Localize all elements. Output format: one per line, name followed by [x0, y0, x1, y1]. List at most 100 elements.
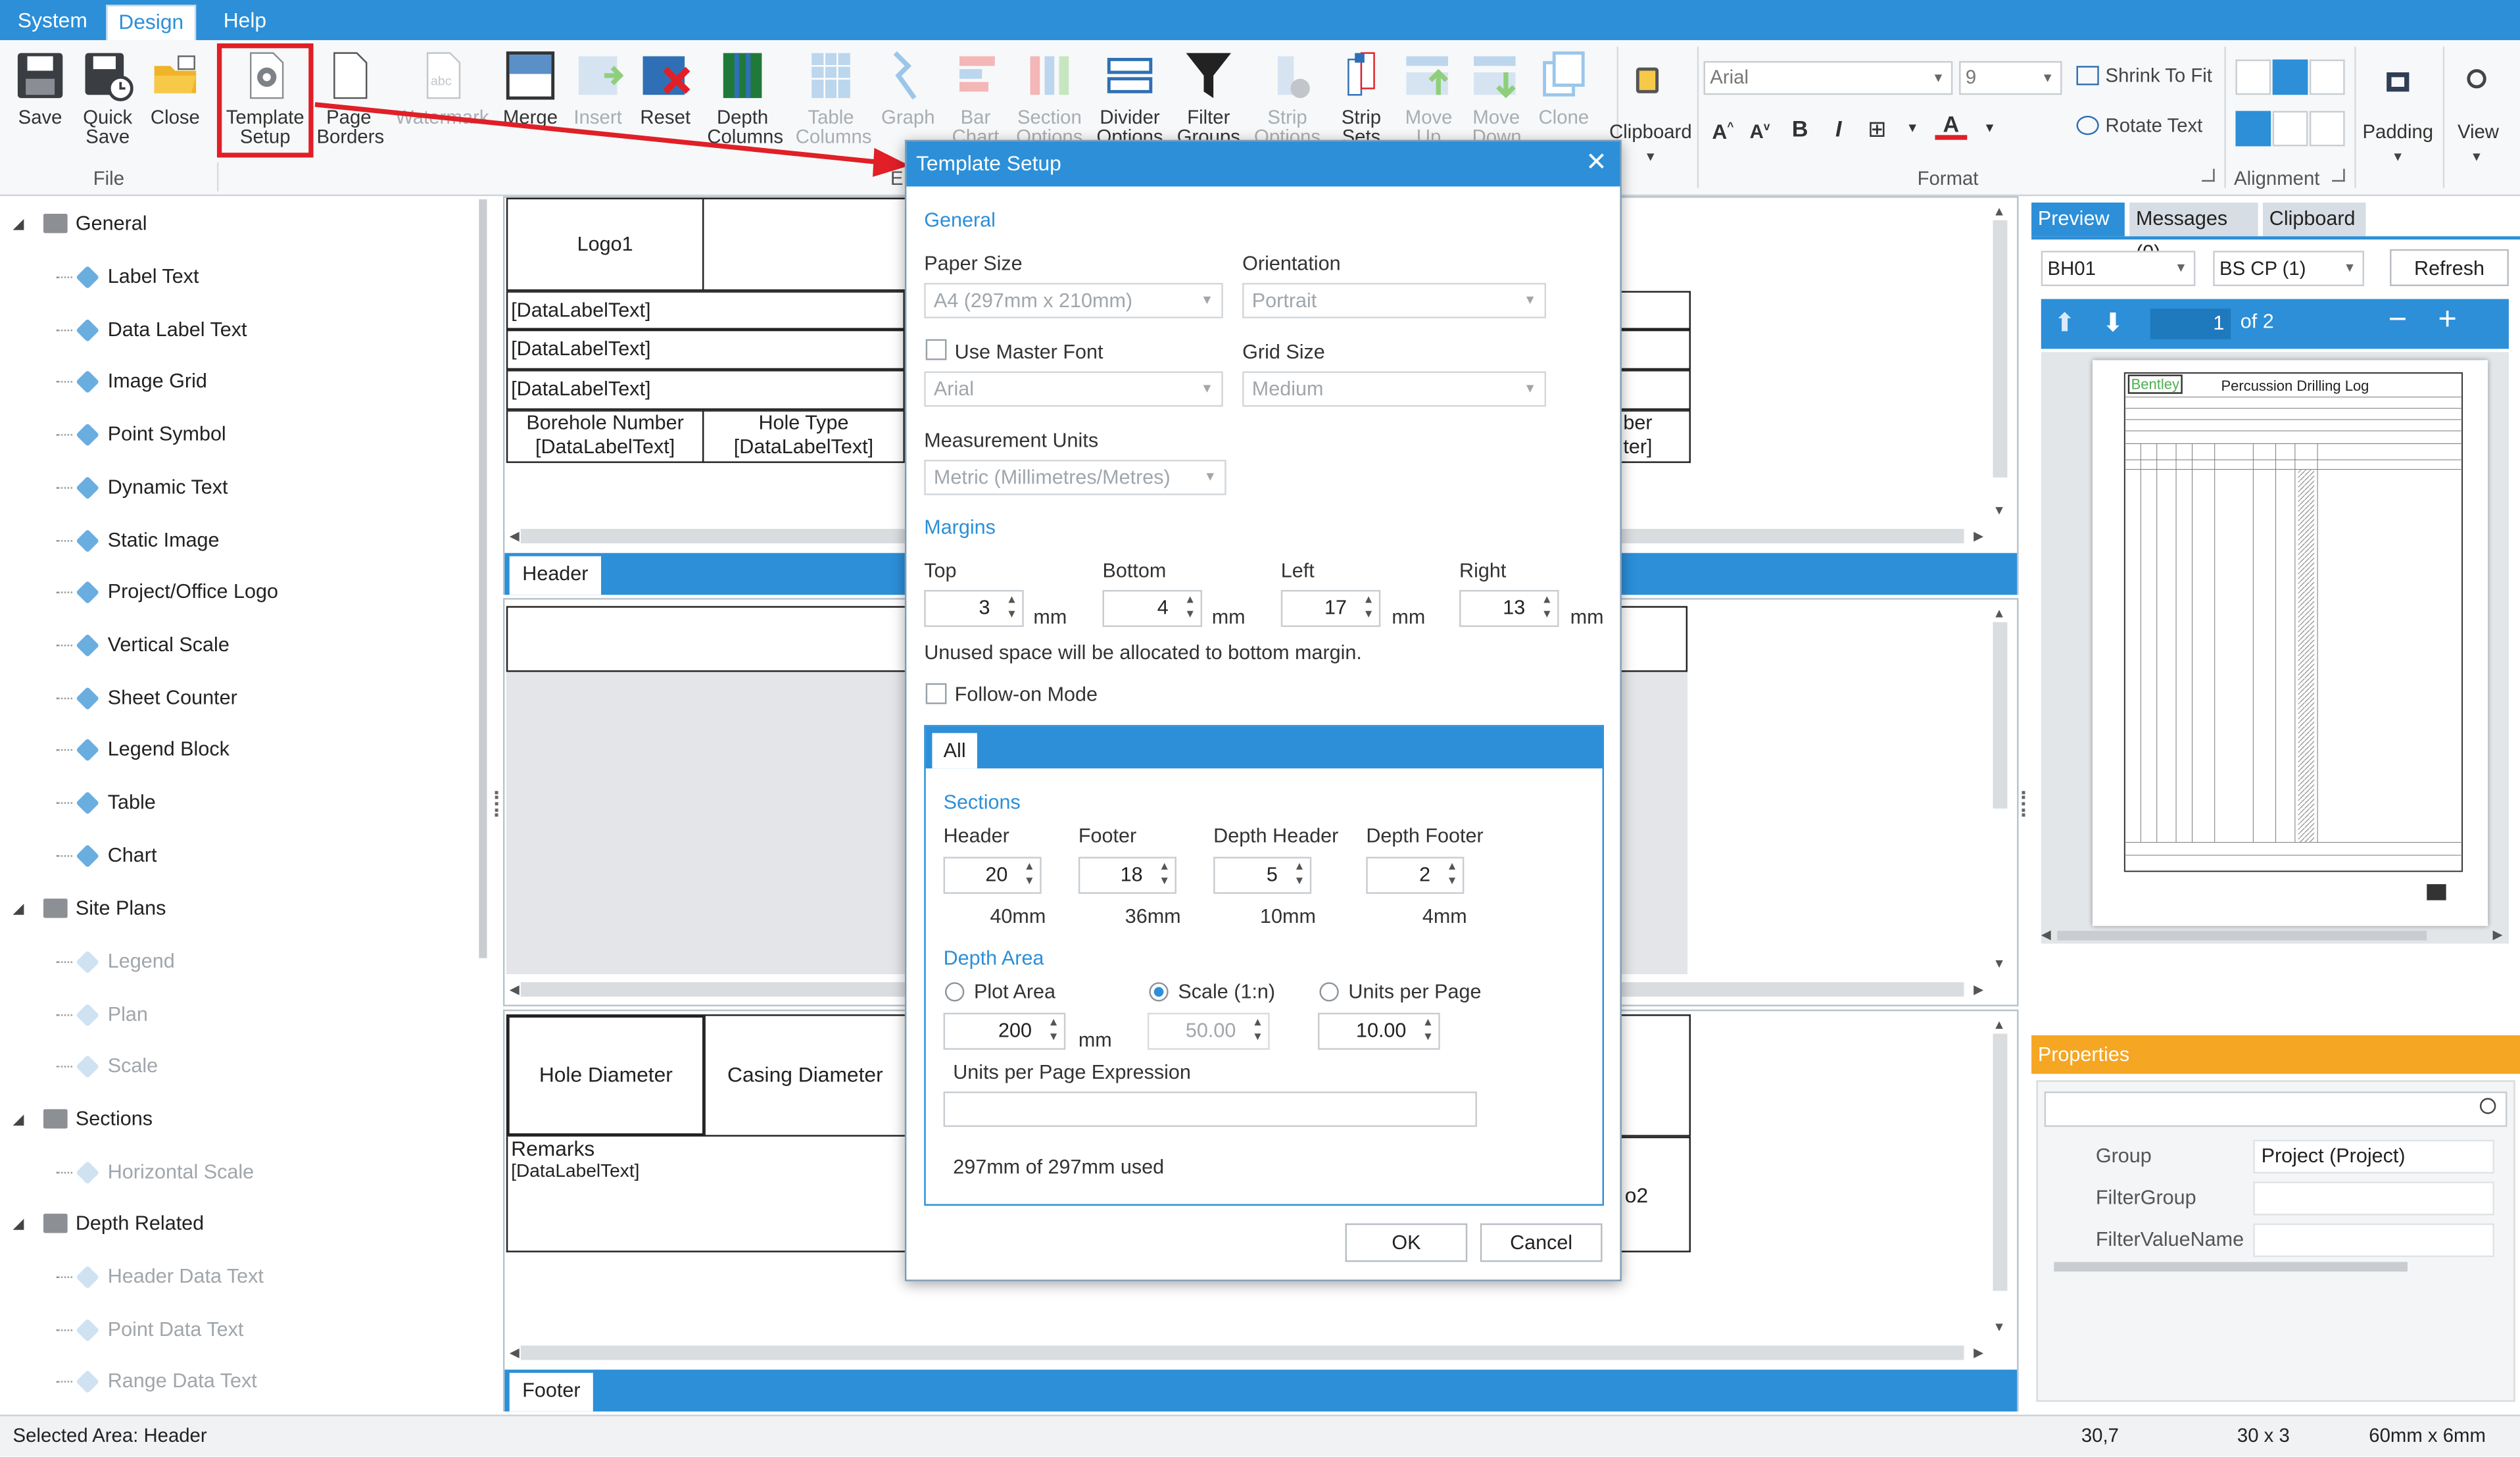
italic-button[interactable]: I [1822, 112, 1854, 145]
units-per-page-radio[interactable] [1319, 982, 1339, 1002]
header-right-cell-2[interactable] [1620, 329, 1691, 370]
move-down-button[interactable]: Move Down [1459, 50, 1533, 146]
hole-select[interactable]: BH01 ▼ [2041, 251, 2196, 287]
tree-item-general[interactable]: Chart [108, 839, 157, 871]
arrow-down-icon[interactable]: ⬇ [2102, 307, 2124, 339]
zoom-in-button[interactable]: + [2438, 302, 2457, 339]
tree-group-general[interactable]: General [76, 207, 147, 239]
menu-tab-system[interactable]: System [8, 5, 97, 40]
shrink-font-button[interactable]: Av [1744, 112, 1776, 145]
shrink-to-fit-button[interactable]: Shrink To Fit [2076, 64, 2212, 87]
merge-button[interactable]: Merge [493, 50, 567, 127]
divider-options-button[interactable]: Divider Options [1093, 50, 1167, 146]
header-right-cell-3[interactable] [1620, 370, 1691, 410]
collapse-arrow-icon[interactable]: ◢ [13, 1111, 24, 1129]
align-left-button[interactable] [2235, 111, 2271, 147]
tree-item-site-plans[interactable]: Plan [108, 998, 148, 1030]
scroll-down-icon[interactable]: ▼ [1993, 503, 2005, 518]
page-borders-button[interactable]: Page Borders [312, 50, 385, 146]
spinner-arrows-icon[interactable]: ▲ ▼ [1541, 593, 1553, 622]
header-data-cell-3[interactable]: [DataLabelText] [506, 370, 905, 410]
tree-item-general[interactable]: Sheet Counter [108, 681, 237, 713]
tab-preview[interactable]: Preview [2031, 202, 2125, 237]
spinner-arrows-icon[interactable]: ▲ ▼ [1447, 860, 1458, 889]
clone-button[interactable]: Clone [1527, 50, 1601, 127]
chevron-down-icon[interactable]: ▼ [1974, 112, 2006, 145]
tab-all[interactable]: All [932, 733, 977, 769]
spinner-arrows-icon[interactable]: ▲ ▼ [1006, 593, 1017, 622]
header-v-scrollbar[interactable] [1993, 220, 2008, 478]
hole-diameter-cell[interactable]: Hole Diameter [506, 1014, 706, 1137]
style-select[interactable]: BS CP (1) ▼ [2213, 251, 2364, 287]
margin-right-spinner[interactable]: 13 ▲ ▼ [1459, 589, 1559, 628]
scroll-left-icon[interactable]: ◀ [510, 1346, 520, 1360]
align-center-button[interactable] [2272, 111, 2308, 147]
tree-item-general[interactable]: Image Grid [108, 366, 207, 398]
tab-messages[interactable]: Messages (0) [2129, 202, 2258, 264]
zoom-out-button[interactable]: − [2388, 302, 2408, 339]
section-footer-spinner[interactable]: 18 ▲ ▼ [1078, 856, 1176, 894]
font-color-button[interactable]: A [1935, 109, 1968, 140]
spinner-arrows-icon[interactable]: ▲ ▼ [1159, 860, 1170, 889]
depth-header-spinner[interactable]: 5 ▲ ▼ [1213, 856, 1312, 894]
strip-options-button[interactable]: Strip Options [1250, 50, 1324, 146]
header-right-cell-4[interactable]: ber ter] [1620, 410, 1691, 463]
view-button[interactable]: View [2446, 120, 2511, 143]
tree-item-depth-related[interactable]: Header Data Text [108, 1260, 264, 1293]
depth-v-scrollbar[interactable] [1993, 622, 2008, 809]
quick-save-button[interactable]: Quick Save [71, 50, 145, 146]
move-up-button[interactable]: Move Up [1392, 50, 1465, 146]
align-bottom-button[interactable] [2309, 59, 2345, 95]
panel-splitter[interactable] [495, 791, 502, 817]
tree-group-depth-related[interactable]: Depth Related [76, 1207, 204, 1239]
scroll-left-icon[interactable]: ◀ [2041, 927, 2051, 942]
search-icon[interactable] [2479, 1098, 2496, 1114]
font-family-select[interactable]: Arial ▼ [1703, 61, 1953, 95]
borehole-number-cell[interactable]: Borehole Number [DataLabelText] [506, 410, 704, 463]
footer-right-cell-1[interactable] [1620, 1014, 1691, 1137]
properties-h-scrollbar[interactable] [2054, 1262, 2408, 1272]
scale-spinner[interactable]: 50.00 ▲ ▼ [1147, 1012, 1270, 1050]
close-button[interactable]: Close [138, 50, 212, 127]
footer-v-scrollbar[interactable] [1993, 1033, 2008, 1291]
section-header-spinner[interactable]: 20 ▲ ▼ [943, 856, 1042, 894]
scroll-right-icon[interactable]: ▶ [1974, 529, 1983, 543]
footer-right-cell-2[interactable]: o2 [1620, 1136, 1691, 1252]
measurement-units-select[interactable]: Metric (Millimetres/Metres) ▼ [924, 459, 1226, 495]
page-number-input[interactable]: 1 [2150, 309, 2231, 339]
depth-footer-spinner[interactable]: 2 ▲ ▼ [1366, 856, 1465, 894]
tree-item-general[interactable]: Point Symbol [108, 418, 226, 451]
scale-radio[interactable] [1149, 982, 1169, 1002]
borders-icon[interactable]: ⊞ [1861, 112, 1893, 145]
tree-item-general[interactable]: Table [108, 786, 156, 818]
section-options-button[interactable]: Section Options [1009, 50, 1090, 146]
tree-item-general[interactable]: Static Image [108, 523, 220, 555]
menu-tab-help[interactable]: Help [214, 5, 276, 40]
margin-left-spinner[interactable]: 17 ▲ ▼ [1280, 589, 1381, 628]
align-middle-button[interactable] [2272, 59, 2308, 95]
alignment-dialog-launcher-icon[interactable] [2332, 168, 2345, 182]
format-dialog-launcher-icon[interactable] [2202, 168, 2215, 182]
logo-cell[interactable]: Logo1 [506, 197, 704, 291]
tree-item-general[interactable]: Vertical Scale [108, 628, 230, 660]
grow-font-button[interactable]: A^ [1707, 112, 1739, 145]
bold-button[interactable]: B [1784, 112, 1816, 145]
hole-type-cell[interactable]: Hole Type [DataLabelText] [702, 410, 905, 463]
footer-section-bar[interactable]: Footer [504, 1370, 2018, 1412]
align-top-button[interactable] [2235, 59, 2271, 95]
panel-splitter[interactable] [2022, 791, 2028, 817]
margin-top-spinner[interactable]: 3 ▲ ▼ [924, 589, 1024, 628]
paper-size-select[interactable]: A4 (297mm x 210mm) ▼ [924, 283, 1223, 318]
header-data-cell-2[interactable]: [DataLabelText] [506, 329, 905, 370]
preview-h-scrollbar[interactable] [2057, 931, 2427, 941]
scroll-right-icon[interactable]: ▶ [1974, 1346, 1983, 1360]
tree-item-general[interactable]: Project/Office Logo [108, 576, 278, 608]
header-right-cell-1[interactable] [1620, 291, 1691, 330]
scroll-up-icon[interactable]: ▲ [1993, 204, 2005, 218]
spinner-arrows-icon[interactable]: ▲ ▼ [1363, 593, 1374, 622]
scroll-right-icon[interactable]: ▶ [2492, 927, 2502, 942]
scroll-left-icon[interactable]: ◀ [510, 982, 520, 997]
header-blank-cell[interactable] [702, 197, 911, 291]
scroll-down-icon[interactable]: ▼ [1993, 1320, 2005, 1334]
plot-area-spinner[interactable]: 200 ▲ ▼ [943, 1012, 1066, 1050]
